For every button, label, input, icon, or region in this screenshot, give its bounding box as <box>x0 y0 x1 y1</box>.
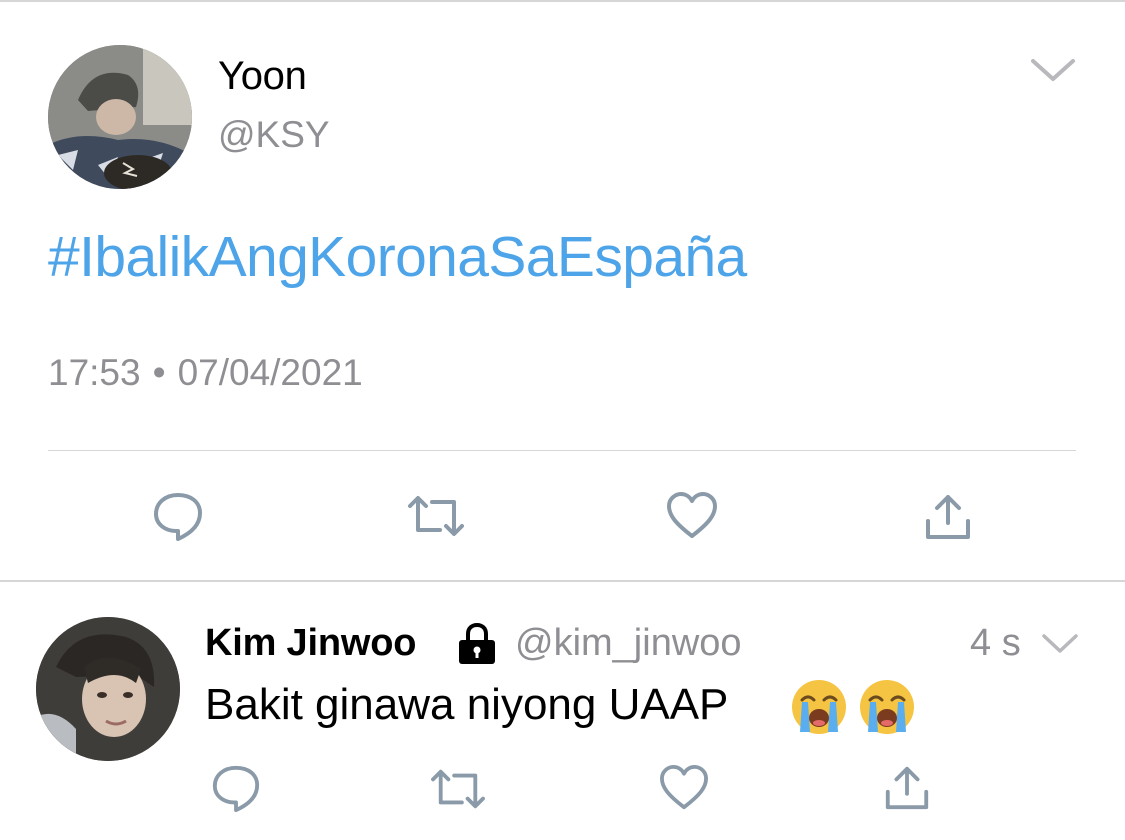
avatar[interactable] <box>48 45 192 189</box>
reply-avatar[interactable] <box>36 617 180 761</box>
retweet-icon <box>408 496 464 536</box>
reply-text: Bakit ginawa niyong UAAP <box>205 680 729 729</box>
reply-like-button[interactable] <box>656 764 712 812</box>
lock-icon <box>455 622 499 666</box>
reply-button[interactable] <box>148 488 208 544</box>
reply-user-handle[interactable]: @kim_jinwoo <box>515 622 742 665</box>
avatar-photo <box>48 45 192 189</box>
retweet-icon <box>431 769 485 809</box>
user-handle[interactable]: @KSY <box>218 114 330 156</box>
reply-avatar-photo <box>36 617 180 761</box>
loudly-crying-face-icon <box>790 678 848 736</box>
reply-timestamp: 4 s <box>970 622 1021 664</box>
hashtag-link[interactable]: #IbalikAngKoronaSaEspaña <box>48 224 747 290</box>
share-button[interactable] <box>920 490 976 544</box>
tweet-date: 07/04/2021 <box>177 352 363 393</box>
like-icon <box>660 764 708 810</box>
retweet-button[interactable] <box>404 488 468 544</box>
reply-icon <box>154 493 202 541</box>
chevron-down-icon[interactable] <box>1028 56 1078 84</box>
share-icon <box>885 766 929 810</box>
display-name[interactable]: Yoon <box>218 54 307 99</box>
reply-chevron-down-icon[interactable] <box>1040 632 1080 656</box>
like-icon <box>667 492 717 538</box>
share-icon <box>926 495 970 539</box>
reply-retweet-button[interactable] <box>428 764 488 814</box>
reply-share-button[interactable] <box>880 762 934 814</box>
reply-reply-button[interactable] <box>208 762 264 814</box>
reply-display-name[interactable]: Kim Jinwoo <box>205 622 416 665</box>
tweet-separator <box>0 580 1125 582</box>
top-divider <box>0 0 1125 2</box>
like-button[interactable] <box>662 488 722 544</box>
action-divider <box>48 450 1076 451</box>
tweet-timestamp: 17:53 • 07/04/2021 <box>48 352 363 394</box>
loudly-crying-face-icon <box>858 678 916 736</box>
reply-icon <box>212 765 260 813</box>
timestamp-separator: • <box>152 352 166 393</box>
tweet-time: 17:53 <box>48 352 141 393</box>
